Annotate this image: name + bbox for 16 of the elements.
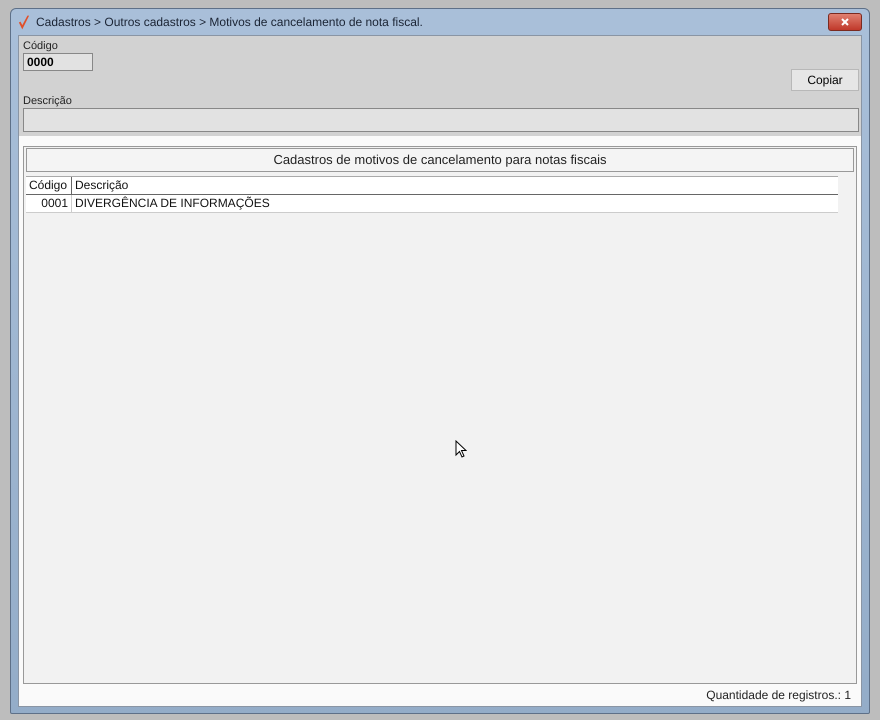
description-field[interactable] <box>23 108 859 132</box>
column-header[interactable]: Descrição <box>72 177 838 194</box>
record-count: Quantidade de registros.: 1 <box>705 687 852 704</box>
window-title: Cadastros > Outros cadastros > Motivos de cancelamento de nota fiscal. <box>36 15 424 29</box>
mouse-cursor-icon <box>455 440 467 459</box>
checkmark-icon <box>18 14 30 30</box>
close-icon <box>840 17 850 27</box>
description-label: Descrição <box>23 95 73 108</box>
close-button[interactable] <box>828 13 862 31</box>
table-cell: 0001 <box>26 195 72 212</box>
table-cell-text: DIVERGÊNCIA DE INFORMAÇÕES <box>74 195 271 212</box>
grid-title: Cadastros de motivos de cancelamento para notas fiscais <box>26 148 854 172</box>
column-header[interactable]: Código <box>26 177 72 194</box>
code-field[interactable]: 0000 <box>23 53 93 71</box>
copy-button[interactable]: Copiar <box>791 69 859 91</box>
code-label: Código <box>23 40 59 53</box>
